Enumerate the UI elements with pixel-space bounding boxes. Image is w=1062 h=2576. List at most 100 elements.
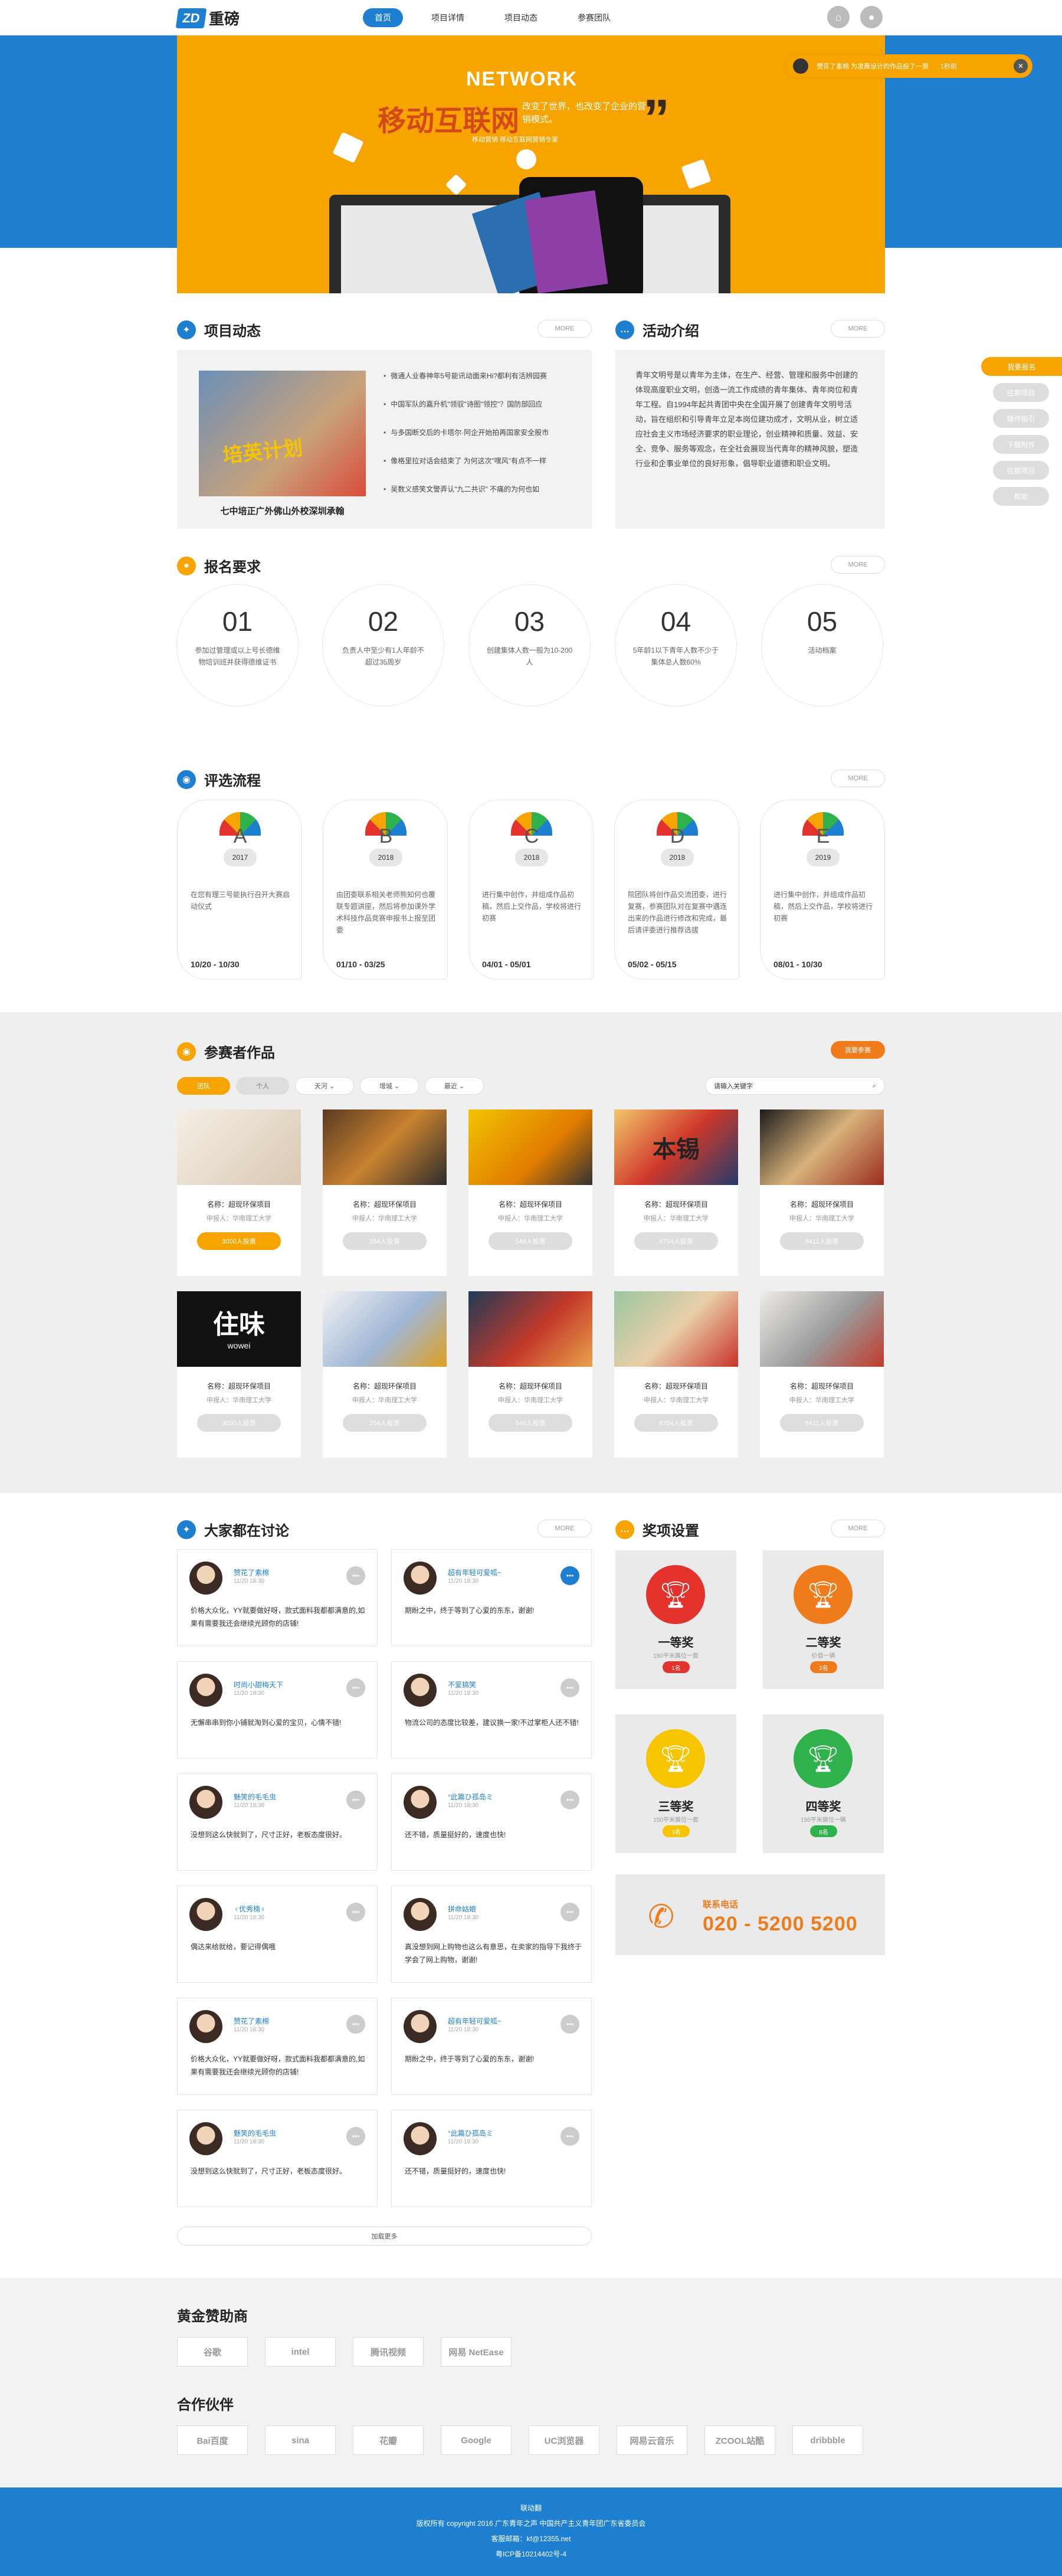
- partner-logo[interactable]: Google: [441, 2426, 512, 2455]
- work-card[interactable]: 名称：超现环保项目 申报人：华南理工大学 3000人投票: [177, 1109, 301, 1276]
- vote-button[interactable]: 546人投票: [489, 1414, 572, 1432]
- avatar[interactable]: [404, 2122, 437, 2155]
- side-item-signup[interactable]: 我要报名: [981, 357, 1062, 376]
- user-icon[interactable]: ●: [860, 6, 883, 28]
- filter-tianhe[interactable]: 天河 ⌄: [295, 1077, 354, 1095]
- requirement-item: 04 5年龄1以下青年人数不少于集体总人数60%: [615, 584, 737, 706]
- work-card[interactable]: 名称：超现环保项目 申报人：华南理工大学 8411人投票: [760, 1109, 884, 1276]
- home-icon[interactable]: ⌂: [827, 6, 850, 28]
- vote-button[interactable]: 254人投票: [343, 1414, 427, 1432]
- logo[interactable]: ZD 重磅: [175, 7, 240, 29]
- partner-logo[interactable]: ZCOOL站酷: [704, 2426, 775, 2455]
- nav-home[interactable]: 首页: [363, 8, 403, 27]
- news-item[interactable]: 微通人业春神年5号能讯动面来Hi?都利有活辨园赛: [384, 371, 578, 399]
- avatar[interactable]: [189, 1674, 222, 1707]
- work-image: [760, 1291, 884, 1367]
- filter-team[interactable]: 团队: [177, 1077, 230, 1095]
- side-item-download[interactable]: 下载附件: [993, 435, 1049, 454]
- discuss-more-button[interactable]: MORE: [537, 1520, 592, 1537]
- partner-logo[interactable]: 花瓣: [353, 2426, 424, 2455]
- vote-button[interactable]: 3000人投票: [197, 1232, 281, 1250]
- footer-email[interactable]: 客服邮箱：kf@12355.net: [0, 2531, 1062, 2546]
- contact-phone[interactable]: 020 - 5200 5200: [703, 1913, 858, 1936]
- partner-logo[interactable]: 网易云音乐: [617, 2426, 687, 2455]
- avatar[interactable]: [189, 1562, 222, 1595]
- close-icon[interactable]: ✕: [1014, 59, 1028, 73]
- comment-bubble-icon[interactable]: •••: [560, 1903, 579, 1922]
- work-card[interactable]: 名称：超现环保项目 申报人：华南理工大学 254人投票: [323, 1291, 447, 1458]
- comment-bubble-icon[interactable]: •••: [346, 2015, 365, 2034]
- vote-button[interactable]: 8411人投票: [780, 1232, 864, 1250]
- load-more-button[interactable]: 加载更多: [177, 2227, 592, 2246]
- news-item[interactable]: 中国军队的嘉升机"领驭"诗图"领控"？国防部回应: [384, 399, 578, 427]
- works-search-input[interactable]: 请输入关键字 ⌕: [705, 1077, 885, 1095]
- flow-more-button[interactable]: MORE: [831, 770, 885, 787]
- vote-button[interactable]: 8754人投票: [634, 1414, 718, 1432]
- news-more-button[interactable]: MORE: [537, 320, 592, 338]
- nav-project-detail[interactable]: 项目详情: [419, 8, 476, 27]
- vote-button[interactable]: 546人投票: [489, 1232, 572, 1250]
- avatar[interactable]: [189, 2010, 222, 2043]
- vote-button[interactable]: 3000人投票: [197, 1414, 281, 1432]
- vote-notice[interactable]: 赞花了素棉 为凌晨设计的作品投了一票 1秒前 ✕: [785, 54, 1032, 78]
- comment-bubble-icon[interactable]: •••: [346, 1678, 365, 1697]
- comment-bubble-icon[interactable]: •••: [560, 2127, 579, 2146]
- work-card[interactable]: 住味 wowei 名称：超现环保项目 申报人：华南理工大学 3000人投票: [177, 1291, 301, 1458]
- join-button[interactable]: 我要参赛: [831, 1041, 885, 1059]
- comment-bubble-icon[interactable]: •••: [560, 1791, 579, 1809]
- news-image[interactable]: 培英计划: [199, 371, 366, 496]
- vote-button[interactable]: 254人投票: [343, 1232, 427, 1250]
- avatar[interactable]: [404, 1786, 437, 1819]
- avatar[interactable]: [404, 1562, 437, 1595]
- comment-bubble-icon[interactable]: •••: [346, 1566, 365, 1585]
- work-card[interactable]: 本锡 名称：超现环保项目 申报人：华南理工大学 8754人投票: [614, 1109, 738, 1276]
- sponsor-logo[interactable]: intel: [265, 2337, 336, 2366]
- comment-bubble-icon[interactable]: •••: [346, 1791, 365, 1809]
- work-card[interactable]: 名称：超现环保项目 申报人：华南理工大学 546人投票: [468, 1109, 592, 1276]
- sponsor-logo[interactable]: 谷歌: [177, 2337, 248, 2366]
- news-item[interactable]: 与多国断交后的卡塔尔·阿企开始拍再国家安全股市: [384, 427, 578, 456]
- avatar[interactable]: [189, 1898, 222, 1931]
- comment-bubble-icon[interactable]: •••: [346, 1903, 365, 1922]
- news-caption[interactable]: 七中培正广外佛山外校深圳承翰: [199, 505, 366, 517]
- news-item[interactable]: 像格里拉对话会结束了 为何这次"嘿风"有点不一样: [384, 456, 578, 484]
- search-icon[interactable]: ⌕: [873, 1082, 876, 1090]
- comment-bubble-icon[interactable]: •••: [560, 2015, 579, 2034]
- partner-logo[interactable]: dribbble: [792, 2426, 863, 2455]
- avatar[interactable]: [404, 2010, 437, 2043]
- comment-bubble-icon[interactable]: •••: [346, 2127, 365, 2146]
- awards-more-button[interactable]: MORE: [831, 1520, 885, 1537]
- nav-project-news[interactable]: 项目动态: [493, 8, 549, 27]
- partner-logo[interactable]: UC浏览器: [529, 2426, 599, 2455]
- partner-logo[interactable]: Bai百度: [177, 2426, 248, 2455]
- side-item-past-2[interactable]: 往期项目: [993, 461, 1049, 480]
- sponsor-logo[interactable]: 网易 NetEase: [441, 2337, 512, 2366]
- work-card[interactable]: 名称：超现环保项目 申报人：华南理工大学 546人投票: [468, 1291, 592, 1458]
- news-item[interactable]: 吴数义感笑文警弄认"九二共识" 不痛的为何也如: [384, 484, 578, 512]
- work-card[interactable]: 名称：超现环保项目 申报人：华南理工大学 254人投票: [323, 1109, 447, 1276]
- avatar[interactable]: [404, 1674, 437, 1707]
- comment-bubble-icon[interactable]: •••: [560, 1566, 579, 1585]
- hero-banner[interactable]: NETWORK 移动互联网 改变了世界，也改变了企业的营销模式。 ” 移动营销 …: [177, 35, 885, 293]
- activity-more-button[interactable]: MORE: [831, 320, 885, 338]
- partner-logo[interactable]: sina: [265, 2426, 336, 2455]
- side-item-guide[interactable]: 操作指引: [993, 409, 1049, 428]
- filter-recent[interactable]: 最近 ⌄: [425, 1077, 484, 1095]
- comment-bubble-icon[interactable]: •••: [560, 1678, 579, 1697]
- nav-teams[interactable]: 参赛团队: [566, 8, 622, 27]
- work-card[interactable]: 名称：超现环保项目 申报人：华南理工大学 8411人投票: [760, 1291, 884, 1458]
- avatar[interactable]: [404, 1898, 437, 1931]
- vote-button[interactable]: 8754人投票: [634, 1232, 718, 1250]
- sponsor-logo[interactable]: 腾讯视频: [353, 2337, 424, 2366]
- requirements-more-button[interactable]: MORE: [831, 556, 885, 574]
- filter-zengcheng[interactable]: 增城 ⌄: [360, 1077, 419, 1095]
- filter-person[interactable]: 个人: [236, 1077, 289, 1095]
- footer-line[interactable]: 联动翻: [0, 2487, 1062, 2516]
- vote-button[interactable]: 8411人投票: [780, 1414, 864, 1432]
- avatar[interactable]: [189, 1786, 222, 1819]
- side-item-past[interactable]: 往期项目: [993, 383, 1049, 402]
- side-item-help[interactable]: 帮助: [993, 487, 1049, 506]
- play-icon[interactable]: [516, 149, 536, 169]
- work-card[interactable]: 名称：超现环保项目 申报人：华南理工大学 8754人投票: [614, 1291, 738, 1458]
- avatar[interactable]: [189, 2122, 222, 2155]
